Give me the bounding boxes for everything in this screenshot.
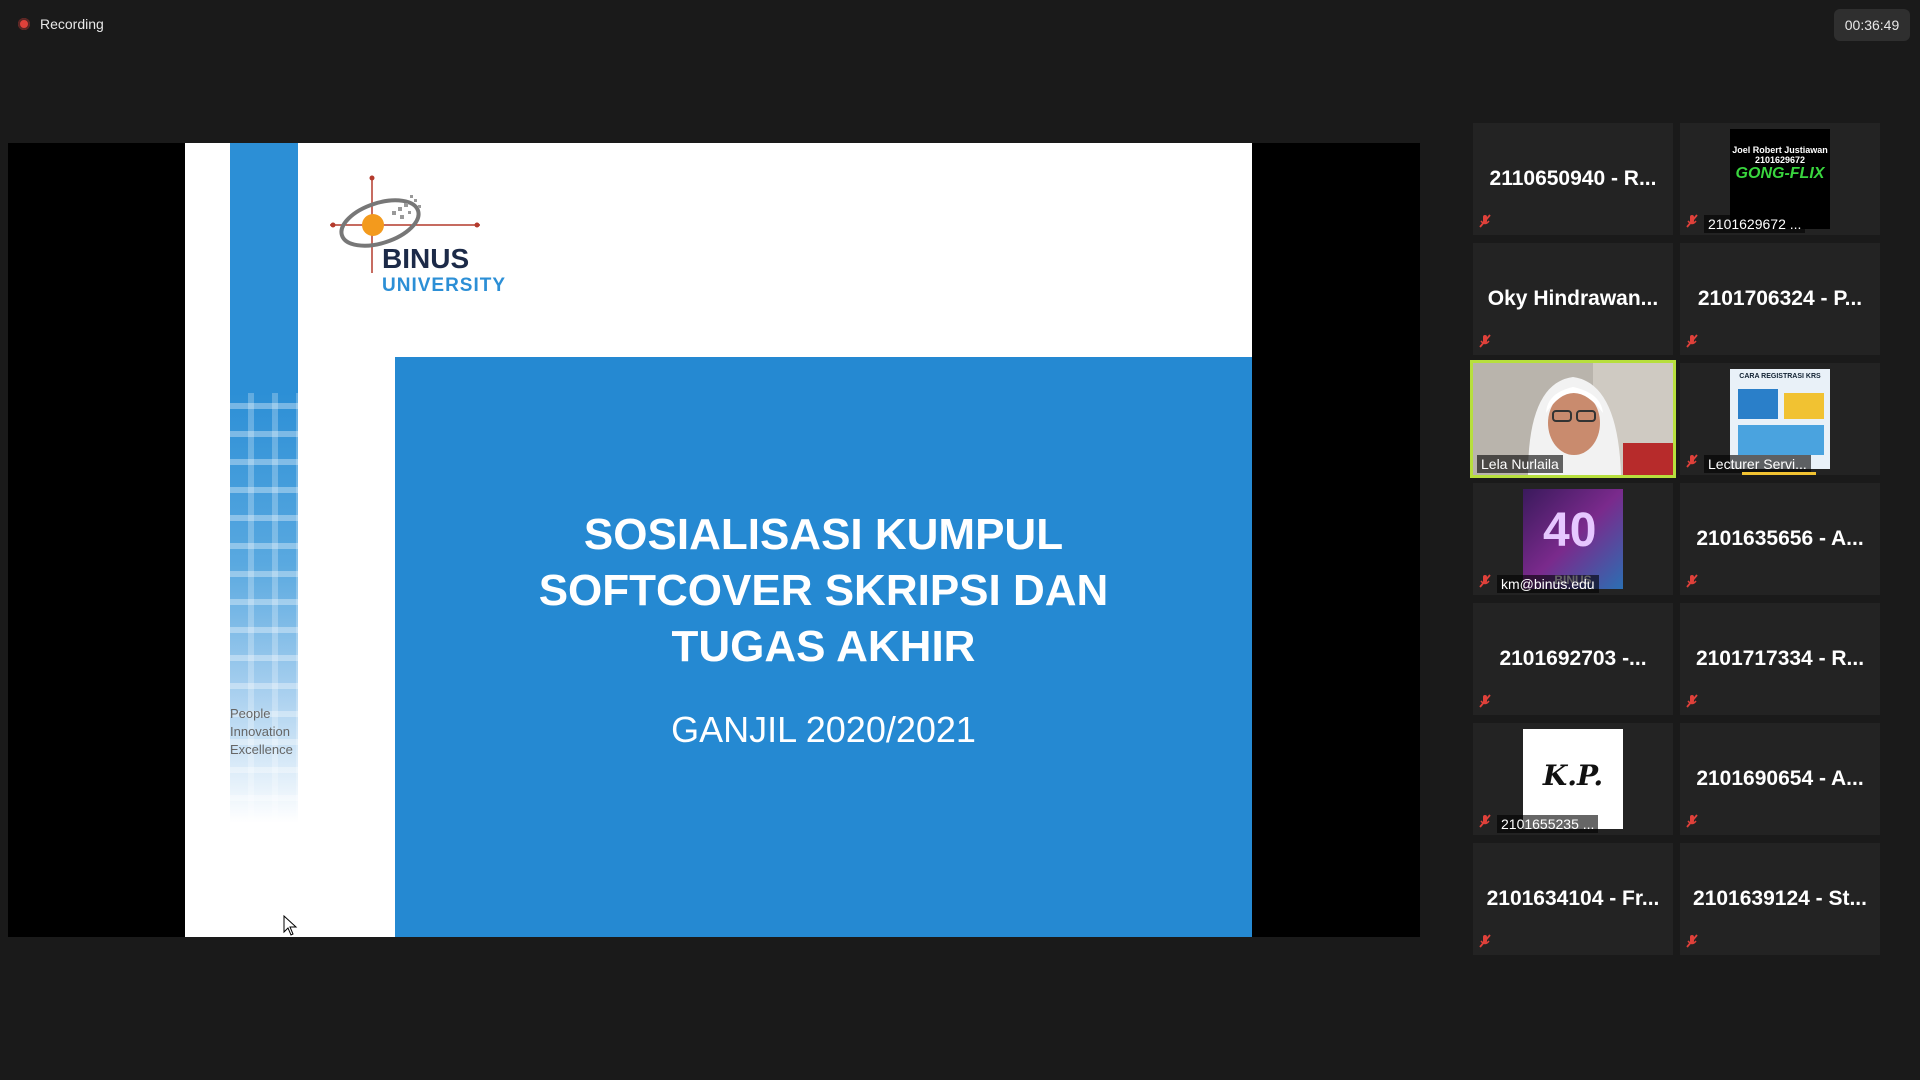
muted-mic-icon	[1686, 574, 1698, 588]
participant-tile[interactable]: 2101634104 - Fr...	[1473, 843, 1673, 955]
participant-name: 2101639124 - St...	[1693, 887, 1867, 910]
muted-mic-icon	[1686, 934, 1698, 948]
participant-tile[interactable]: 2101639124 - St...	[1680, 843, 1880, 955]
thumb-text: Joel Robert Justiawan	[1732, 145, 1828, 155]
speaking-bar	[1742, 472, 1816, 475]
participant-name: 2101706324 - P...	[1697, 287, 1863, 310]
binus-logo: BINUS UNIVERSITY	[330, 175, 506, 296]
krs-poster-thumbnail: CARA REGISTRASI KRS	[1730, 369, 1830, 469]
participant-tile[interactable]: 2101690654 - A...	[1680, 723, 1880, 835]
participant-name: 2101690654 - A...	[1696, 767, 1864, 790]
muted-mic-icon	[1686, 454, 1698, 468]
participant-tile-active-speaker[interactable]: Lela Nurlaila	[1470, 360, 1676, 478]
binus-thumbnail: 40 BINUS	[1523, 489, 1623, 589]
muted-mic-icon	[1479, 694, 1491, 708]
participant-name: 2101629672 ...	[1704, 215, 1806, 233]
participant-name: km@binus.edu	[1497, 575, 1599, 593]
participant-name: Oky Hindrawan...	[1487, 287, 1659, 310]
slide-title-line: SOSIALISASI KUMPUL	[583, 510, 1064, 559]
participant-tile[interactable]: CARA REGISTRASI KRS Lecturer Servi...	[1680, 363, 1880, 475]
recording-label: Recording	[40, 16, 104, 32]
participant-tile[interactable]: Joel Robert Justiawan 2101629672 GONG-FL…	[1680, 123, 1880, 235]
slide-tagline: People Innovation Excellence	[230, 705, 293, 759]
muted-mic-icon	[1479, 214, 1491, 228]
presentation-slide: BINUS UNIVERSITY People Innovation Excel…	[185, 143, 1252, 937]
participant-name: Lecturer Servi...	[1704, 455, 1811, 473]
participant-name: 2101634104 - Fr...	[1486, 887, 1660, 910]
thumb-text: GONG-FLIX	[1735, 165, 1825, 182]
slide-title-line: SOFTCOVER SKRIPSI DAN	[538, 566, 1109, 615]
participant-name: 2101692703 -...	[1499, 647, 1647, 670]
participant-name: 2101717334 - R...	[1695, 647, 1865, 670]
participant-tile[interactable]: 40 BINUS km@binus.edu	[1473, 483, 1673, 595]
muted-mic-icon	[1686, 694, 1698, 708]
participant-name: 2101655235 ...	[1497, 815, 1599, 833]
muted-mic-icon	[1479, 814, 1491, 828]
kp-signature-thumbnail: K.P.	[1523, 729, 1623, 829]
mouse-cursor-icon	[283, 915, 298, 936]
participant-tile[interactable]: 2101717334 - R...	[1680, 603, 1880, 715]
participant-tile[interactable]: 2110650940 - R...	[1473, 123, 1673, 235]
recording-indicator[interactable]: Recording	[18, 16, 104, 32]
tagline-line: Excellence	[230, 742, 293, 757]
muted-mic-icon	[1479, 574, 1491, 588]
logo-sub: UNIVERSITY	[382, 275, 506, 296]
slide-title: SOSIALISASI KUMPUL SOFTCOVER SKRIPSI DAN…	[395, 507, 1252, 675]
muted-mic-icon	[1686, 814, 1698, 828]
muted-mic-icon	[1686, 214, 1698, 228]
participant-tile[interactable]: 2101635656 - A...	[1680, 483, 1880, 595]
slide-subtitle: GANJIL 2020/2021	[671, 709, 976, 750]
participant-name: 2110650940 - R...	[1489, 167, 1657, 190]
participant-tile[interactable]: 2101706324 - P...	[1680, 243, 1880, 355]
participant-name: 2101635656 - A...	[1696, 527, 1864, 550]
logo-name: BINUS	[382, 243, 469, 274]
tagline-line: Innovation	[230, 724, 290, 739]
muted-mic-icon	[1686, 334, 1698, 348]
slide-title-line: TUGAS AKHIR	[671, 622, 976, 671]
slide-title-panel: SOSIALISASI KUMPUL SOFTCOVER SKRIPSI DAN…	[395, 357, 1252, 937]
participant-tile[interactable]: 2101692703 -...	[1473, 603, 1673, 715]
recording-icon	[18, 18, 30, 30]
participant-name: Lela Nurlaila	[1477, 455, 1563, 473]
participant-tile[interactable]: Oky Hindrawan...	[1473, 243, 1673, 355]
meeting-timer: 00:36:49	[1834, 9, 1910, 41]
shared-screen: BINUS UNIVERSITY People Innovation Excel…	[8, 143, 1420, 937]
muted-mic-icon	[1479, 334, 1491, 348]
muted-mic-icon	[1479, 934, 1491, 948]
thumb-text: 2101629672	[1754, 155, 1806, 165]
thumb-text: CARA REGISTRASI KRS	[1739, 373, 1821, 380]
tagline-line: People	[230, 706, 271, 721]
gong-flix-thumbnail: Joel Robert Justiawan 2101629672 GONG-FL…	[1730, 129, 1830, 229]
participant-tile[interactable]: K.P. 2101655235 ...	[1473, 723, 1673, 835]
thumb-text: K.P.	[1542, 759, 1604, 792]
